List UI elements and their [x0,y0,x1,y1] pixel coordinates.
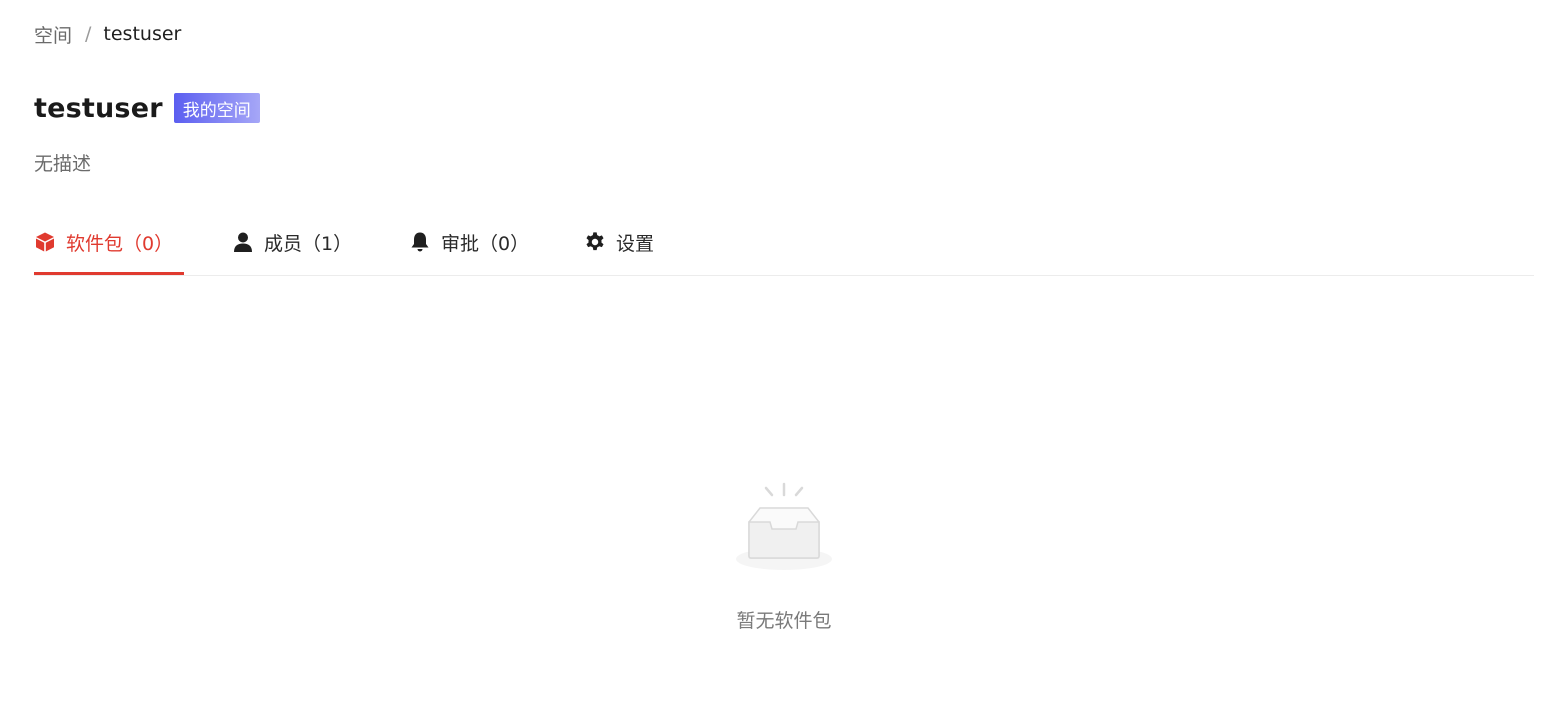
breadcrumb-current: testuser [103,23,182,45]
tab-packages[interactable]: 软件包（0） [34,210,184,275]
bell-icon [409,231,431,253]
gear-icon [584,231,606,253]
tab-settings-label: 设置 [616,232,655,255]
tab-members[interactable]: 成员（1） [232,210,352,274]
my-space-badge: 我的空间 [173,93,260,123]
empty-state: 暂无软件包 [684,480,884,633]
tab-bar: 软件包（0） 成员（1） 审批（0） 设置 [34,212,1534,276]
empty-inbox-icon [734,480,834,576]
user-icon [232,231,254,253]
breadcrumb-link-space[interactable]: 空间 [34,21,72,48]
title-row: testuser 我的空间 [34,90,260,126]
breadcrumb: 空间 / testuser [34,20,181,48]
tab-members-label: 成员（1） [264,232,353,255]
tab-approvals[interactable]: 审批（0） [409,210,529,274]
empty-state-text: 暂无软件包 [736,610,832,632]
breadcrumb-separator: / [85,23,92,45]
tab-settings[interactable]: 设置 [584,210,654,274]
tab-approvals-label: 审批（0） [441,232,530,255]
cube-icon [34,231,56,253]
page-title: testuser [34,92,163,124]
space-page: 空间 / testuser testuser 我的空间 无描述 软件包（0） 成… [0,0,1559,714]
tab-packages-label: 软件包（0） [66,232,174,255]
space-description: 无描述 [34,153,92,175]
